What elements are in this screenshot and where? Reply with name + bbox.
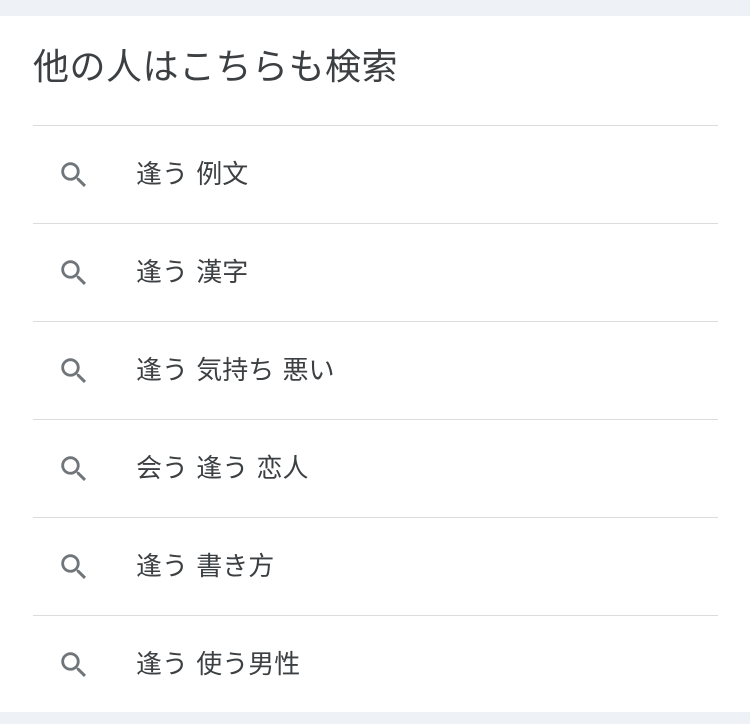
related-search-label: 逢う 書き方 xyxy=(136,551,275,582)
search-icon xyxy=(57,256,91,290)
search-icon xyxy=(57,550,91,584)
related-search-label: 逢う 気持ち 悪い xyxy=(136,355,335,386)
related-search-label: 逢う 使う男性 xyxy=(136,649,301,680)
related-search-label: 会う 逢う 恋人 xyxy=(136,453,309,484)
search-icon xyxy=(57,452,91,486)
related-searches-card: 他の人はこちらも検索 逢う 例文 逢う 漢字 逢う 気持ち 悪い 会う 逢う 恋… xyxy=(0,16,750,712)
related-search-item[interactable]: 会う 逢う 恋人 xyxy=(33,419,718,517)
section-title: 他の人はこちらも検索 xyxy=(33,47,399,88)
related-search-item[interactable]: 逢う 漢字 xyxy=(33,223,718,321)
search-icon xyxy=(57,648,91,682)
related-search-item[interactable]: 逢う 書き方 xyxy=(33,517,718,615)
related-search-item[interactable]: 逢う 使う男性 xyxy=(33,615,718,713)
related-search-label: 逢う 漢字 xyxy=(136,257,249,288)
related-search-item[interactable]: 逢う 気持ち 悪い xyxy=(33,321,718,419)
related-search-label: 逢う 例文 xyxy=(136,159,249,190)
related-search-item[interactable]: 逢う 例文 xyxy=(33,125,718,223)
search-icon xyxy=(57,354,91,388)
related-searches-list: 逢う 例文 逢う 漢字 逢う 気持ち 悪い 会う 逢う 恋人 逢う 書き方 逢う… xyxy=(33,125,718,713)
search-icon xyxy=(57,158,91,192)
